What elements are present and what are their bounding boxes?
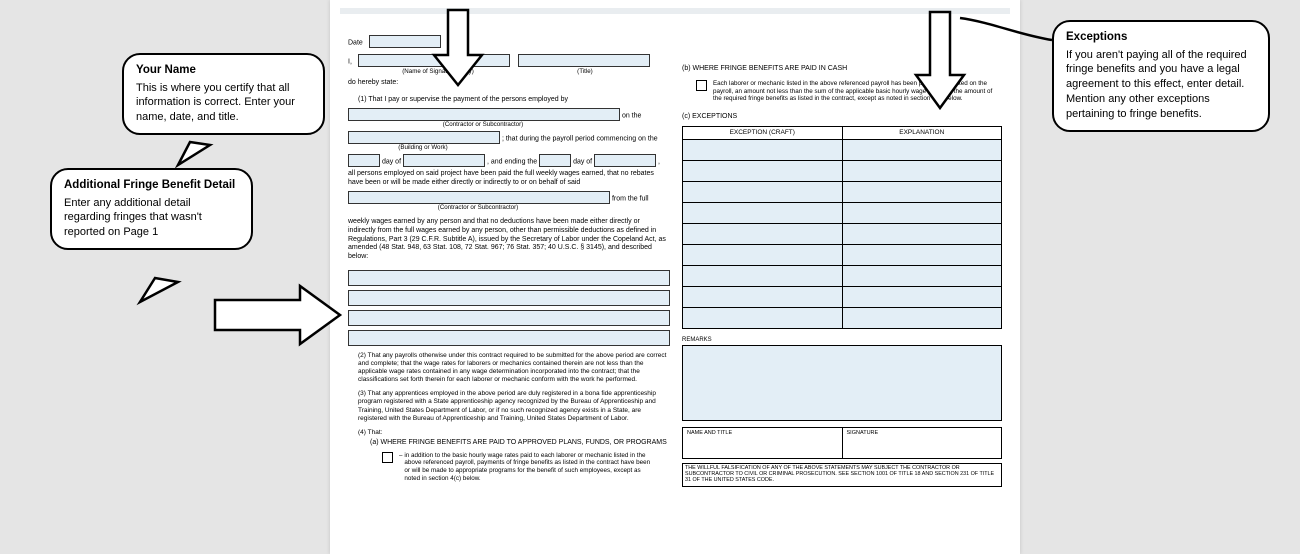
header-band [340,8,1010,14]
weekly-text: weekly wages earned by any person and th… [348,218,668,262]
exc-cell[interactable] [683,203,843,224]
signatory-title-caption: (Title) [520,68,650,76]
section-4: (4) That: [348,429,668,437]
callout-body: Enter any additional detail regarding fr… [64,197,202,239]
section-1: (1) That I pay or supervise the payment … [348,96,668,105]
and-ending: , and ending the [487,158,537,165]
exc-cell[interactable] [683,266,843,287]
contractor-field-1[interactable] [348,108,620,121]
section-4b-body: Each laborer or mechanic listed in the a… [713,80,993,104]
checkbox-4a[interactable] [382,452,393,463]
contractor-caption-2: (Contractor or Subcontractor) [348,204,608,212]
contractor-caption-1: (Contractor or Subcontractor) [348,121,618,129]
col-exception: EXCEPTION (CRAFT) [683,127,843,140]
exc-cell[interactable] [683,161,843,182]
from-full: from the full [612,196,649,203]
exc-cell[interactable] [683,224,843,245]
callout-your-name: Your Name This is where you certify that… [122,53,325,135]
tail-your-name [178,142,210,165]
signatory-title-field[interactable] [518,54,650,67]
signature-table: NAME AND TITLE SIGNATURE [682,427,1002,459]
end-day-field[interactable] [539,154,571,167]
disclaimer: THE WILLFUL FALSIFICATION OF ANY OF THE … [682,463,1002,487]
start-month-field[interactable] [403,154,485,167]
dayof-1: day of [382,158,401,165]
signatory-name-caption: (Name of Signatory Party) [358,68,518,76]
callout-title: Additional Fringe Benefit Detail [64,178,239,194]
building-field[interactable] [348,131,500,144]
section-4c-title: (c) EXCEPTIONS [682,113,1002,122]
exc-cell[interactable] [683,287,843,308]
expl-cell[interactable] [842,182,1002,203]
section-4a-body: in addition to the basic hourly wage rat… [404,452,654,483]
deduction-line-2[interactable] [348,290,670,306]
dayof-2: day of [573,158,592,165]
expl-cell[interactable] [842,245,1002,266]
deduction-line-1[interactable] [348,270,670,286]
on-the-text: on the [622,113,641,120]
exceptions-table: EXCEPTION (CRAFT) EXPLANATION [682,126,1002,329]
signature-cell[interactable]: SIGNATURE [842,427,1002,458]
building-caption: (Building or Work) [348,144,498,152]
section-4b-title: (b) WHERE FRINGE BENEFITS ARE PAID IN CA… [682,65,1002,74]
deduction-line-3[interactable] [348,310,670,326]
trail-comma: , [658,158,660,165]
that-during-text: ; that during the payroll period commenc… [502,135,658,142]
form-body: Date I, (Name of Signatory Party) (Title… [348,35,1002,487]
exc-cell[interactable] [683,308,843,329]
arrow-right-fringe [215,286,340,344]
i-label: I, [348,58,352,65]
tail-fringe [140,278,178,302]
expl-cell[interactable] [842,224,1002,245]
name-title-cell[interactable]: NAME AND TITLE [683,427,843,458]
expl-cell[interactable] [842,266,1002,287]
section-4a: (a) WHERE FRINGE BENEFITS ARE PAID TO AP… [348,439,668,448]
callout-title: Your Name [136,63,311,79]
section-3: (3) That any apprentices employed in the… [348,390,668,423]
start-day-field[interactable] [348,154,380,167]
all-persons-text: all persons employed on said project hav… [348,170,668,188]
dash-4a: – [399,452,402,459]
expl-cell[interactable] [842,140,1002,161]
callout-fringe: Additional Fringe Benefit Detail Enter a… [50,168,253,250]
remarks-label: REMARKS [682,337,1002,345]
hereby-text: do hereby state: [348,79,668,88]
callout-body: This is where you certify that all infor… [136,82,295,124]
exc-cell[interactable] [683,245,843,266]
checkbox-4b[interactable] [696,80,707,91]
expl-cell[interactable] [842,203,1002,224]
form-page: Date I, (Name of Signatory Party) (Title… [330,0,1020,554]
callout-exceptions: Exceptions If you aren't paying all of t… [1052,20,1270,132]
remarks-field[interactable] [682,345,1002,421]
signatory-name-field[interactable] [358,54,510,67]
section-2: (2) That any payrolls otherwise under th… [348,352,668,385]
callout-body: If you aren't paying all of the required… [1066,49,1247,120]
expl-cell[interactable] [842,308,1002,329]
expl-cell[interactable] [842,287,1002,308]
exc-cell[interactable] [683,182,843,203]
deduction-line-4[interactable] [348,330,670,346]
col-explanation: EXPLANATION [842,127,1002,140]
date-field[interactable] [369,35,441,48]
exc-cell[interactable] [683,140,843,161]
date-label: Date [348,39,363,46]
callout-title: Exceptions [1066,30,1256,46]
contractor-field-2[interactable] [348,191,610,204]
end-month-field[interactable] [594,154,656,167]
expl-cell[interactable] [842,161,1002,182]
